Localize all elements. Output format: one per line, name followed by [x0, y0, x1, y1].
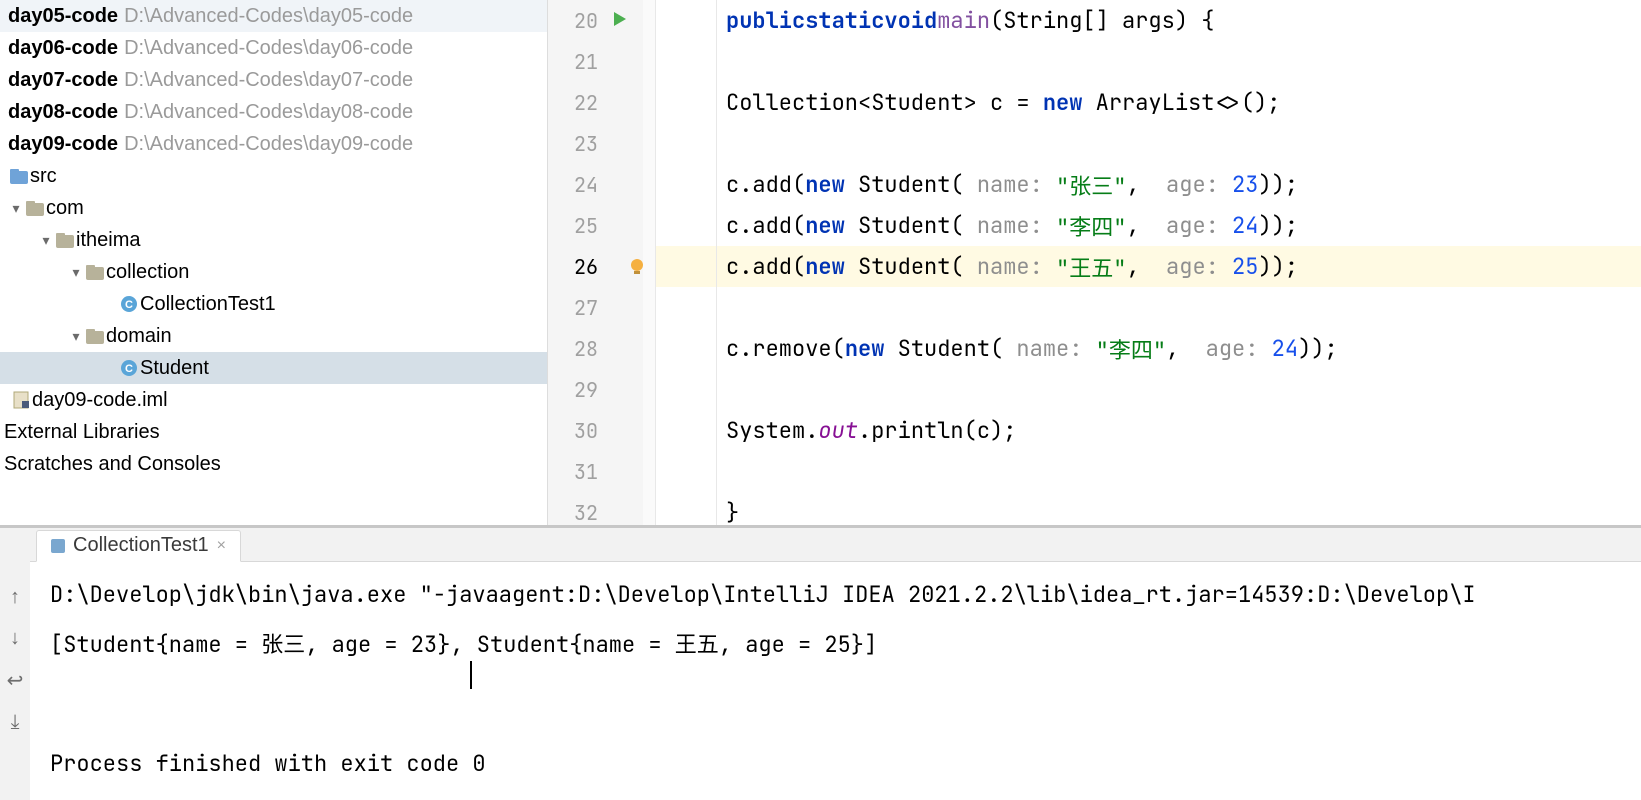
project-tree[interactable]: day05-codeD:\Advanced-Codes\day05-code d… [0, 0, 548, 525]
scroll-to-end-icon[interactable]: ⤓ [11, 711, 20, 734]
src-folder-icon [8, 169, 30, 184]
run-tab-label: CollectionTest1 [73, 534, 209, 557]
code-line-active[interactable]: c.add(new Student( name: "王五", age: 25))… [656, 246, 1641, 287]
line-number: 23 [548, 123, 608, 164]
line-number: 32 [548, 492, 608, 533]
iml-icon [10, 391, 32, 409]
folder-itheima[interactable]: ▾ itheima [0, 224, 547, 256]
package-icon [54, 233, 76, 248]
console-output[interactable]: D:\Develop\jdk\bin\java.exe "-javaagent:… [30, 562, 1641, 800]
file-collectiontest1[interactable]: C CollectionTest1 [0, 288, 547, 320]
code-line[interactable]: c.add(new Student( name: "张三", age: 23))… [656, 164, 1641, 205]
code-line[interactable] [656, 41, 1641, 82]
iml-label: day09-code.iml [32, 389, 168, 412]
scratches-label: Scratches and Consoles [4, 453, 221, 476]
chevron-down-icon: ▾ [68, 264, 84, 281]
line-number: 21 [548, 41, 608, 82]
student-label: Student [140, 357, 209, 380]
itheima-label: itheima [76, 229, 140, 252]
line-number: 31 [548, 451, 608, 492]
run-tab[interactable]: CollectionTest1 × [36, 530, 241, 562]
scratches[interactable]: Scratches and Consoles [0, 448, 547, 480]
project-day06[interactable]: day06-codeD:\Advanced-Codes\day06-code [0, 32, 547, 64]
console-exit-message: Process finished with exit code 0 [50, 749, 1621, 778]
code-line[interactable]: c.remove(new Student( name: "李四", age: 2… [656, 328, 1641, 369]
project-day08[interactable]: day08-codeD:\Advanced-Codes\day08-code [0, 96, 547, 128]
project-day05[interactable]: day05-codeD:\Advanced-Codes\day05-code [0, 0, 547, 32]
line-number: 25 [548, 205, 608, 246]
code-editor[interactable]: public static void main(String[] args) {… [656, 0, 1641, 525]
code-line[interactable] [656, 369, 1641, 410]
up-arrow-icon[interactable]: ↑ [10, 586, 20, 609]
line-number: 26 [548, 246, 608, 287]
code-line[interactable]: Collection<Student> c = new ArrayList<>(… [656, 82, 1641, 123]
folder-domain[interactable]: ▾ domain [0, 320, 547, 352]
code-line[interactable] [656, 451, 1641, 492]
code-line[interactable]: System.out.println(c); [656, 410, 1641, 451]
chevron-down-icon: ▾ [38, 232, 54, 249]
file-iml[interactable]: day09-code.iml [0, 384, 547, 416]
com-label: com [46, 197, 84, 220]
code-line[interactable] [656, 123, 1641, 164]
line-number: 24 [548, 164, 608, 205]
external-libraries[interactable]: External Libraries [0, 416, 547, 448]
text-caret [470, 661, 472, 689]
class-icon: C [118, 359, 140, 377]
folder-src[interactable]: src [0, 160, 547, 192]
package-icon [84, 265, 106, 280]
down-arrow-icon[interactable]: ↓ [10, 627, 20, 650]
console-line: [Student{name = 张三, age = 23}, Student{n… [50, 627, 1621, 659]
line-number: 29 [548, 369, 608, 410]
project-day07[interactable]: day07-codeD:\Advanced-Codes\day07-code [0, 64, 547, 96]
class-icon: C [118, 295, 140, 313]
src-label: src [30, 165, 57, 188]
svg-text:C: C [125, 299, 133, 311]
svg-text:C: C [125, 363, 133, 375]
code-line[interactable] [656, 287, 1641, 328]
line-number: 20 [548, 0, 608, 41]
line-number: 27 [548, 287, 608, 328]
run-gutter-icon[interactable] [612, 10, 628, 33]
code-line[interactable]: } [656, 492, 1641, 525]
code-line[interactable]: public static void main(String[] args) { [656, 0, 1641, 41]
folder-collection[interactable]: ▾ collection [0, 256, 547, 288]
console-command: D:\Develop\jdk\bin\java.exe "-javaagent:… [50, 580, 1621, 609]
line-number: 30 [548, 410, 608, 451]
line-number: 22 [548, 82, 608, 123]
collectiontest1-label: CollectionTest1 [140, 293, 276, 316]
collection-label: collection [106, 261, 189, 284]
chevron-down-icon: ▾ [8, 200, 24, 217]
run-tool-window: ↑ ↓ ↩ ⤓ CollectionTest1 × D:\Develop\jdk… [0, 525, 1641, 800]
run-toolbar: ↑ ↓ ↩ ⤓ [0, 528, 30, 800]
file-student[interactable]: C Student [0, 352, 547, 384]
editor-gutter[interactable]: 20 21 22 23 24 25 26 27 28 29 30 31 32 [548, 0, 656, 525]
chevron-down-icon: ▾ [68, 328, 84, 345]
application-icon [51, 539, 65, 553]
close-icon[interactable]: × [217, 537, 226, 555]
line-number: 28 [548, 328, 608, 369]
package-icon [84, 329, 106, 344]
external-label: External Libraries [4, 421, 160, 444]
soft-wrap-icon[interactable]: ↩ [7, 668, 24, 693]
package-icon [24, 201, 46, 216]
indent-guide [716, 0, 717, 525]
project-day09[interactable]: day09-codeD:\Advanced-Codes\day09-code [0, 128, 547, 160]
folder-com[interactable]: ▾ com [0, 192, 547, 224]
domain-label: domain [106, 325, 172, 348]
fold-bar[interactable] [643, 0, 655, 525]
code-line[interactable]: c.add(new Student( name: "李四", age: 24))… [656, 205, 1641, 246]
run-tab-bar: CollectionTest1 × [30, 528, 1641, 562]
